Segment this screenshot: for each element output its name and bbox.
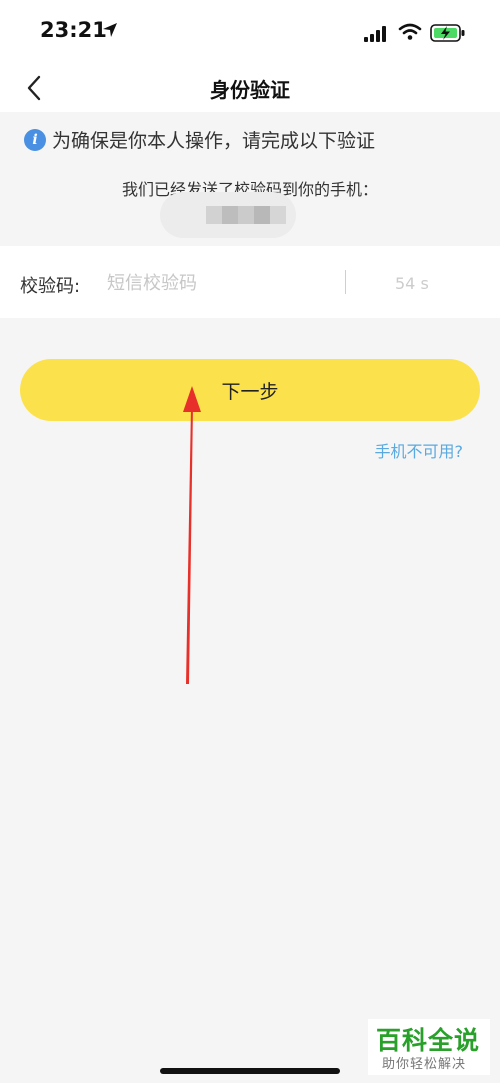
input-divider: [345, 270, 346, 294]
masked-phone-number: [160, 192, 296, 238]
resend-countdown: 54 s: [395, 274, 429, 293]
info-icon: i: [24, 128, 46, 151]
cellular-signal-icon: [364, 26, 388, 46]
next-step-button[interactable]: 下一步: [20, 359, 480, 421]
watermark-main-text: 百科全说: [376, 1026, 481, 1055]
annotation-arrow: [170, 380, 210, 690]
up-arrow-icon: [183, 386, 201, 684]
page-title: 身份验证: [210, 78, 290, 102]
status-bar: 23:21: [0, 0, 500, 64]
notice-row: i 为确保是你本人操作，请完成以下验证: [24, 126, 375, 153]
wifi-icon: [398, 23, 422, 45]
home-indicator: [160, 1068, 340, 1074]
location-arrow-icon: [102, 22, 118, 42]
status-time: 23:21: [40, 18, 107, 42]
phone-unavailable-link[interactable]: 手机不可用?: [375, 438, 464, 462]
battery-charging-icon: [430, 24, 466, 46]
notice-text: 为确保是你本人操作，请完成以下验证: [52, 130, 376, 152]
watermark-sub-text: 助你轻松解决: [382, 1057, 467, 1072]
code-label: 校验码:: [20, 276, 81, 297]
sms-code-input[interactable]: [105, 266, 329, 300]
watermark-logo: 百科全说 助你轻松解决: [368, 1019, 490, 1075]
nav-bar: 身份验证: [0, 64, 500, 112]
verification-code-row: 校验码: 54 s: [0, 246, 500, 318]
